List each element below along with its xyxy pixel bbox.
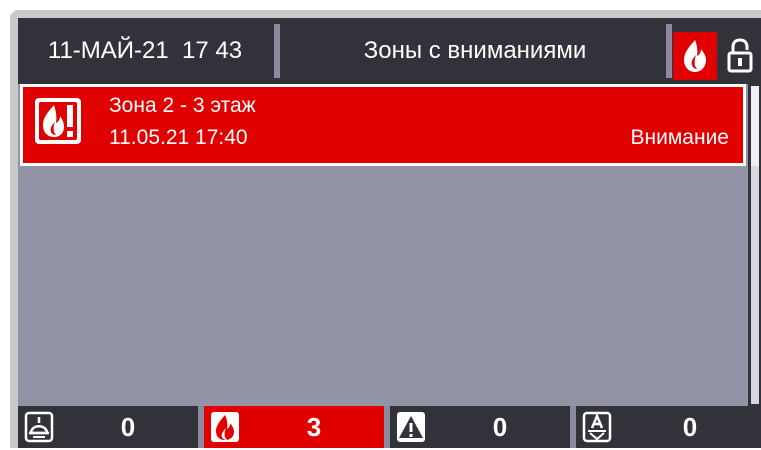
footer-divider bbox=[198, 406, 204, 448]
header-divider bbox=[274, 24, 280, 78]
warning-triangle-icon bbox=[394, 410, 428, 444]
panel-screen: 11-МАЙ-21 17 43 Зоны с вниманиями Зона 2… bbox=[18, 18, 761, 448]
date-time-display: 11-МАЙ-21 17 43 bbox=[47, 37, 243, 64]
alarm-device-counter[interactable]: 0 bbox=[576, 406, 761, 448]
unlocked-lock-icon[interactable] bbox=[722, 32, 758, 80]
header-bar: 11-МАЙ-21 17 43 Зоны с вниманиями bbox=[18, 18, 761, 84]
device-frame: 11-МАЙ-21 17 43 Зоны с вниманиями Зона 2… bbox=[10, 10, 761, 448]
detector-icon bbox=[22, 410, 56, 444]
header-divider bbox=[666, 24, 672, 78]
footer-divider bbox=[570, 406, 576, 448]
alert-status: Внимание bbox=[630, 126, 729, 149]
fire-count: 3 bbox=[306, 412, 322, 442]
page-title: Зоны с вниманиями bbox=[363, 37, 587, 64]
detector-count: 0 bbox=[120, 412, 136, 442]
alarm-device-count: 0 bbox=[682, 412, 698, 442]
list-item[interactable]: Зона 2 - 3 этаж 11.05.21 17:40 Внимание bbox=[20, 84, 746, 166]
fire-icon bbox=[208, 410, 242, 444]
alert-zone-name: Зона 2 - 3 этаж bbox=[109, 94, 256, 117]
status-counters-bar: 0 3 0 0 bbox=[18, 406, 761, 448]
fire-icon[interactable] bbox=[673, 32, 717, 80]
zone-list[interactable]: Зона 2 - 3 этаж 11.05.21 17:40 Внимание bbox=[18, 84, 748, 406]
list-scrollbar[interactable] bbox=[751, 86, 759, 404]
alert-timestamp: 11.05.21 17:40 bbox=[109, 126, 248, 149]
scrollbar-thumb[interactable] bbox=[751, 86, 759, 166]
fire-counter[interactable]: 3 bbox=[204, 406, 384, 448]
warning-count: 0 bbox=[492, 412, 508, 442]
footer-divider bbox=[384, 406, 390, 448]
warning-counter[interactable]: 0 bbox=[390, 406, 570, 448]
alarm-device-icon bbox=[580, 410, 614, 444]
fire-alarm-icon bbox=[34, 97, 82, 145]
detector-counter[interactable]: 0 bbox=[18, 406, 198, 448]
